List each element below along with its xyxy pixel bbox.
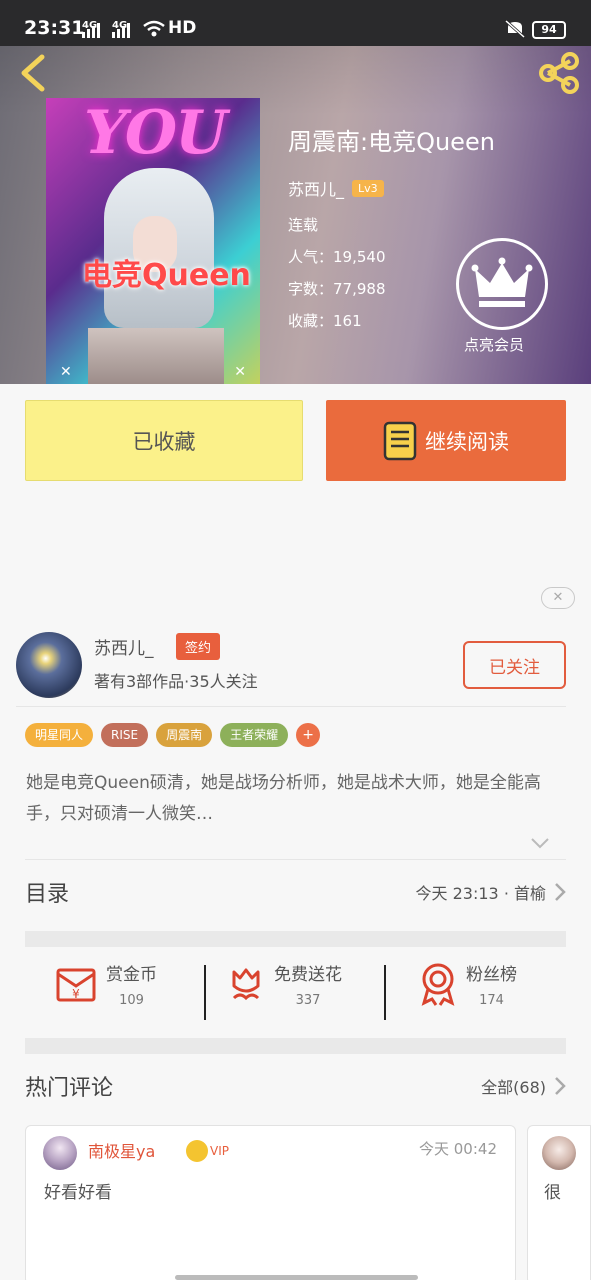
reward-label: 粉丝榜 <box>466 965 517 985</box>
book-word-count: 字数：77,988 <box>288 278 386 299</box>
status-time: 23:31 <box>24 17 85 39</box>
vip-label[interactable]: 点亮会员 <box>464 334 524 355</box>
reward-flowers[interactable]: 免费送花 337 <box>226 960 342 1008</box>
chevron-right-icon <box>555 883 566 901</box>
comment-text: 好看好看 <box>44 1183 112 1203</box>
battery-indicator: 94 <box>532 21 566 39</box>
home-indicator[interactable] <box>175 1275 418 1280</box>
comment-time: 今天 00:42 <box>419 1140 497 1158</box>
chevron-right-icon <box>555 1077 566 1095</box>
book-popularity: 人气：19,540 <box>288 246 386 267</box>
follow-button[interactable]: 已关注 <box>463 641 566 689</box>
popularity-value: 19,540 <box>333 248 386 266</box>
cover-hallway <box>88 328 224 384</box>
reward-fans[interactable]: 粉丝榜 174 <box>418 960 517 1008</box>
red-envelope-icon: ¥ <box>56 968 96 1002</box>
more-tags-button[interactable]: + <box>296 723 321 747</box>
tag-item[interactable]: 周震南 <box>156 723 213 747</box>
commenter-avatar[interactable] <box>43 1136 77 1170</box>
medal-icon <box>421 963 455 1006</box>
catalog-row[interactable]: 目录 今天 23:13 · 首榆 <box>25 876 566 908</box>
reward-label: 赏金币 <box>106 965 157 985</box>
crown-icon <box>471 257 533 307</box>
network-label: HD <box>168 18 197 38</box>
book-author: 苏西儿_ <box>288 180 345 199</box>
tag-item[interactable]: RISE <box>101 723 149 747</box>
svg-text:¥: ¥ <box>72 987 80 1001</box>
book-author-line[interactable]: 苏西儿_ Lv3 <box>288 176 384 200</box>
tag-item[interactable]: 王者荣耀 <box>220 723 289 747</box>
share-icon[interactable] <box>536 50 582 96</box>
comments-heading: 热门评论 <box>25 1076 114 1101</box>
comment-card[interactable]: 南极星ya VIP 今天 00:42 好看好看 <box>25 1125 516 1280</box>
mute-icon <box>505 19 525 39</box>
words-label: 字数： <box>288 280 334 298</box>
reward-label: 免费送花 <box>274 965 342 985</box>
wifi-icon <box>143 20 165 37</box>
reward-count: 109 <box>119 993 144 1008</box>
author-avatar[interactable] <box>16 632 82 698</box>
comments-all: 全部(68) <box>481 1078 546 1097</box>
comments-header[interactable]: 热门评论 全部(68) <box>25 1070 566 1102</box>
favorited-button[interactable]: 已收藏 <box>25 400 303 481</box>
signed-badge: 签约 <box>176 633 221 660</box>
flower-icon <box>232 968 260 1001</box>
close-icon[interactable]: ✕ <box>541 587 575 609</box>
section-separator <box>25 1038 566 1054</box>
author-name[interactable]: 苏西儿_ <box>94 634 154 659</box>
vip-crown-icon <box>186 1140 208 1162</box>
tag-list: 明星同人 RISE 周震南 王者荣耀 + <box>25 723 321 747</box>
vip-label: VIP <box>210 1144 229 1158</box>
continue-reading-label: 继续阅读 <box>425 429 509 454</box>
commenter-avatar[interactable] <box>542 1136 576 1170</box>
words-value: 77,988 <box>333 280 386 298</box>
divider <box>204 965 206 1020</box>
tag-item[interactable]: 明星同人 <box>25 723 94 747</box>
signal-icon-2 <box>112 22 130 38</box>
divider <box>16 706 566 707</box>
comment-card[interactable]: 很 <box>527 1125 591 1280</box>
book-favorites: 收藏：161 <box>288 310 362 331</box>
vip-button[interactable] <box>456 238 548 330</box>
author-level-badge: Lv3 <box>352 179 384 197</box>
cover-mark-left: ✕ <box>60 364 72 380</box>
catalog-latest: 今天 23:13 · 首榆 <box>415 884 546 903</box>
divider <box>25 859 566 860</box>
favorites-value: 161 <box>333 312 362 330</box>
back-icon[interactable] <box>18 54 46 92</box>
book-title: 周震南:电竞Queen <box>288 128 495 156</box>
status-bar: 23:31 4G 4G HD 94 <box>0 0 591 46</box>
author-stats: 著有3部作品·35人关注 <box>94 672 258 691</box>
signal-icon <box>82 22 100 38</box>
reward-count: 174 <box>479 993 504 1008</box>
section-separator <box>25 931 566 947</box>
divider <box>384 965 386 1020</box>
reward-count: 337 <box>295 993 321 1008</box>
cover-heading: YOU <box>84 98 227 168</box>
vip-badge: VIP <box>186 1140 229 1162</box>
commenter-name[interactable]: 南极星ya <box>88 1138 155 1162</box>
reward-coins[interactable]: ¥ 赏金币 109 <box>54 960 157 1008</box>
chevron-down-icon[interactable] <box>530 836 550 850</box>
book-description: 她是电竞Queen硕清，她是战场分析师，她是战术大师，她是全能高手，只对硕清一人… <box>26 773 541 824</box>
comment-text: 很 <box>544 1183 561 1203</box>
favorites-label: 收藏： <box>288 312 334 330</box>
book-icon <box>383 421 417 460</box>
continue-reading-button[interactable]: 继续阅读 <box>326 400 566 481</box>
popularity-label: 人气： <box>288 248 334 266</box>
cover-mark-right: ✕ <box>234 364 246 380</box>
catalog-heading: 目录 <box>25 882 70 907</box>
cover-title: 电竞Queen <box>82 258 251 293</box>
book-status: 连载 <box>288 216 319 234</box>
book-cover[interactable]: YOU 电竞Queen ✕ ✕ <box>46 98 260 384</box>
